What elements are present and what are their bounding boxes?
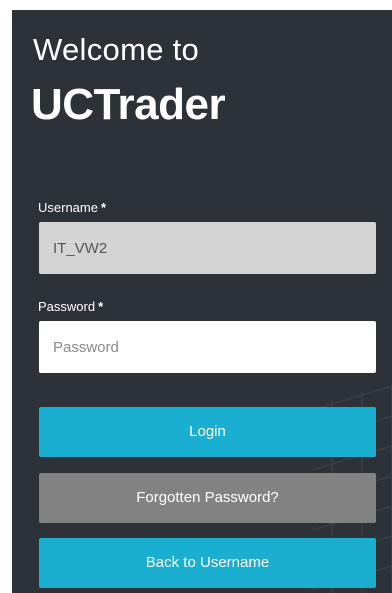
password-label-text: Password	[38, 299, 96, 314]
username-label: Username *	[38, 200, 106, 215]
username-required-marker: *	[100, 200, 107, 215]
app-title: UCTrader	[31, 80, 226, 129]
login-button[interactable]: Login	[39, 407, 376, 457]
username-label-text: Username	[38, 200, 98, 215]
password-field[interactable]	[39, 321, 376, 373]
welcome-heading: Welcome to	[33, 32, 200, 67]
password-label: Password *	[38, 299, 103, 314]
username-field[interactable]	[39, 222, 376, 274]
login-panel: Welcome to UCTrader Username* Password* …	[12, 10, 392, 593]
back-to-username-button[interactable]: Back to Username	[39, 538, 376, 588]
forgotten-password-button[interactable]: Forgotten Password?	[39, 473, 376, 523]
password-required-marker: *	[98, 299, 104, 314]
